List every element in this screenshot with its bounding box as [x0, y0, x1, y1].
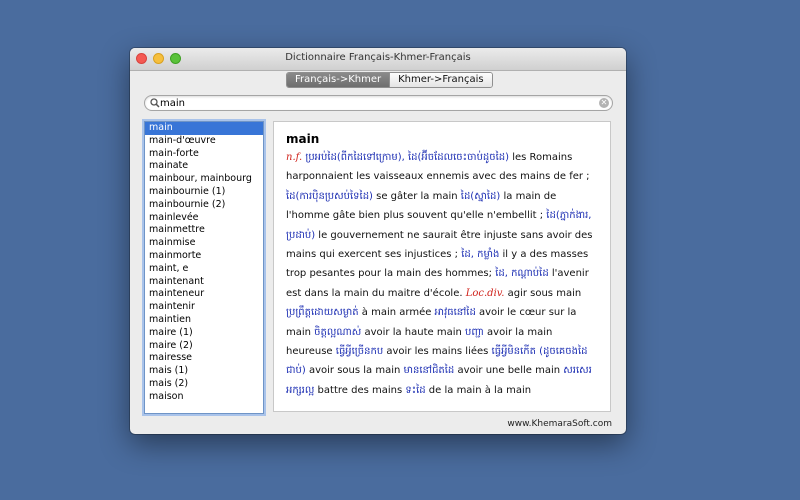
list-item[interactable]: mainmorte [145, 250, 263, 263]
french-example: avoir une belle main [454, 365, 564, 377]
title-bar[interactable]: Dictionnaire Français-Khmer-Français [130, 48, 626, 71]
list-item[interactable]: mais (2) [145, 378, 263, 391]
french-example: avoir sous la main [305, 365, 404, 377]
khmer-translation: ប្រអប់ដៃ(ពីកដៃទៅក្រោម), ដៃ(អ៊ីចដែលចេះចាប… [302, 152, 510, 163]
khmer-translation: ចិត្តល្អណាស់ [314, 326, 362, 338]
tab-khmer-to-french[interactable]: Khmer->Français [389, 73, 492, 87]
french-example: de la main à la main [425, 384, 532, 396]
list-item[interactable]: mainbour, mainbourg [145, 173, 263, 186]
entry-definition: n.f. ប្រអប់ដៃ(ពីកដៃទៅក្រោម), ដៃ(អ៊ីចដែលច… [286, 148, 598, 400]
french-example: se gâter la main [372, 190, 461, 202]
khmer-translation: មាននៅជិតដៃ [403, 365, 455, 377]
khmer-translation: ដៃ, កម្លាំង [461, 249, 500, 261]
list-item[interactable]: maint, e [145, 263, 263, 276]
khmer-translation: ធ្វើអ្វីច្រើនកប [335, 346, 384, 358]
khmer-translation: ទះដៃ [405, 384, 426, 396]
list-item[interactable]: maison [145, 391, 263, 404]
list-item[interactable]: maintien [145, 314, 263, 327]
search-icon [150, 98, 160, 108]
list-item[interactable]: main-d'œuvre [145, 135, 263, 148]
tab-french-to-khmer[interactable]: Français->Khmer [287, 73, 390, 87]
french-example: avoir les mains liées [383, 346, 492, 358]
list-item[interactable]: mainbournie (1) [145, 186, 263, 199]
french-example: agir sous main [504, 287, 582, 299]
list-item[interactable]: mainbournie (2) [145, 199, 263, 212]
khmer-translation: អាវុធនៅដៃ [434, 307, 476, 319]
grammar-label: Loc.div. [465, 287, 505, 299]
grammar-label: n.f. [286, 152, 303, 163]
definition-panel: main n.f. ប្រអប់ដៃ(ពីកដៃទៅក្រោម), ដៃ(អ៊ី… [273, 121, 611, 412]
list-item[interactable]: mainlevée [145, 212, 263, 225]
word-list[interactable]: main main-d'œuvre main-forte mainate mainbou… [144, 121, 264, 414]
list-item[interactable]: maire (1) [145, 327, 263, 340]
dictionary-window: Dictionnaire Français-Khmer-Français Fra… [130, 48, 626, 434]
list-item[interactable]: mais (1) [145, 365, 263, 378]
desktop: { "window": { "title": "Dictionnaire Fra… [0, 0, 800, 500]
french-example: avoir la haute main [361, 326, 466, 338]
clear-icon[interactable]: ✕ [599, 98, 609, 108]
list-item[interactable]: mainmise [145, 237, 263, 250]
list-item[interactable]: maire (2) [145, 340, 263, 353]
khmer-translation: ដៃ(ស្នាដៃ) [460, 190, 501, 202]
list-item[interactable]: mainate [145, 160, 263, 173]
list-item[interactable]: main [145, 122, 263, 135]
window-title: Dictionnaire Français-Khmer-Français [285, 52, 471, 63]
list-item[interactable]: maintenir [145, 301, 263, 314]
list-item[interactable]: mainteneur [145, 288, 263, 301]
direction-selector: Français->Khmer Khmer->Français [286, 72, 493, 88]
khmer-translation: ប្រព្រឹត្តដោយសម្ងាត់ [286, 307, 359, 319]
search-input[interactable] [160, 96, 580, 110]
entry-headword: main [286, 132, 320, 146]
search-field: ✕ [144, 95, 613, 111]
khmer-translation: ដៃ(ការប៉ិនប្រសប់ទៃដៃ) [286, 190, 373, 202]
french-example: battre des mains [314, 384, 406, 396]
list-item[interactable]: mairesse [145, 352, 263, 365]
khmer-translation: បញ្ជា [465, 326, 484, 338]
french-example: à main armée [358, 307, 435, 319]
list-item[interactable]: main-forte [145, 148, 263, 161]
list-item[interactable]: mainmettre [145, 224, 263, 237]
list-item[interactable]: maintenant [145, 276, 263, 289]
website-link[interactable]: www.KhemaraSoft.com [507, 419, 612, 429]
khmer-translation: ដៃ, កណ្ដាប់ដៃ [495, 268, 549, 280]
